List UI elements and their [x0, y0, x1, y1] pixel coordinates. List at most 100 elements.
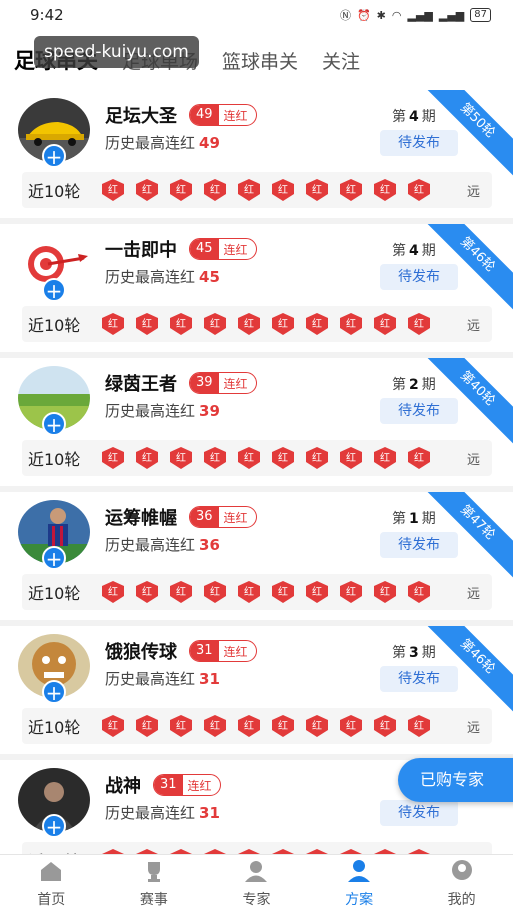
red-result-badge: 红 [134, 178, 160, 202]
follow-plus-icon[interactable]: + [42, 412, 66, 436]
period-info: 第4期 [392, 106, 436, 126]
result-badges: 红红红红红红红红红红 [100, 446, 432, 470]
status-icons: Ⓝ ⏰ ✱ ◠ ▂▄▆ ▂▄▆ 87 [340, 7, 491, 23]
badge-text: 红 [414, 721, 424, 732]
recent-results: 近10轮 红 红 红 红 红 红 红 红 红 红 远 [22, 708, 492, 744]
recent-results: 近10轮 红 红 红 红 红 红 红 红 红 红 远 [22, 440, 492, 476]
more-link[interactable]: 远 [467, 583, 480, 602]
period-suffix: 期 [421, 511, 436, 527]
streak-badge: 36 连红 [189, 506, 257, 528]
history-label: 历史最高连红 [105, 268, 196, 286]
pending-status[interactable]: 待发布 [380, 398, 458, 424]
badge-text: 红 [312, 587, 322, 598]
result-badges: 红红红红红红红红红红 [100, 312, 432, 336]
more-link[interactable]: 远 [467, 449, 480, 468]
expert-card[interactable]: + 饿狼传球 31 连红 历史最高连红 31 第3期 待发布 第46轮 近10轮 … [0, 626, 513, 754]
badge-text: 红 [278, 721, 288, 732]
badge-text: 红 [380, 587, 390, 598]
red-result-badge: 红 [338, 446, 364, 470]
red-result-badge: 红 [168, 312, 194, 336]
expert-card[interactable]: + 一击即中 45 连红 历史最高连红 45 第4期 待发布 第46轮 近10轮 … [0, 224, 513, 352]
streak-label: 连红 [223, 242, 248, 257]
streak-count: 45 [190, 239, 219, 259]
red-result-badge: 红 [304, 580, 330, 604]
period-prefix: 第 [392, 511, 406, 527]
pending-status[interactable]: 待发布 [380, 532, 458, 558]
follow-plus-icon[interactable]: + [42, 546, 66, 570]
tab-basketball-parlay[interactable]: 篮球串关 [222, 47, 298, 74]
badge-text: 红 [244, 319, 254, 330]
period-suffix: 期 [421, 243, 436, 259]
badge-text: 红 [108, 319, 118, 330]
badge-text: 红 [346, 453, 356, 464]
badge-text: 红 [278, 587, 288, 598]
red-result-badge: 红 [304, 178, 330, 202]
pending-status[interactable]: 待发布 [380, 666, 458, 692]
purchased-experts-button[interactable]: 已购专家 [398, 758, 513, 802]
period-number: 1 [409, 511, 419, 527]
badge-text: 红 [244, 185, 254, 196]
history-best: 历史最高连红 49 [105, 132, 220, 153]
badge-text: 红 [142, 453, 152, 464]
badge-text: 红 [414, 185, 424, 196]
badge-text: 红 [414, 319, 424, 330]
red-result-badge: 红 [134, 714, 160, 738]
nav-item-expert[interactable]: 专家 [205, 855, 308, 912]
nav-item-profile[interactable]: 我的 [410, 855, 513, 912]
streak-label: 连红 [223, 644, 248, 659]
streak-count: 31 [154, 775, 183, 795]
result-badges: 红红红红红红红红红红 [100, 178, 432, 202]
period-number: 4 [409, 109, 419, 125]
red-result-badge: 红 [372, 580, 398, 604]
pending-status[interactable]: 待发布 [380, 264, 458, 290]
home-icon [37, 859, 65, 887]
expert-card[interactable]: + 足坛大圣 49 连红 历史最高连红 49 第4期 待发布 第50轮 近10轮 … [0, 90, 513, 218]
badge-text: 红 [380, 185, 390, 196]
more-link[interactable]: 远 [467, 181, 480, 200]
history-label: 历史最高连红 [105, 670, 196, 688]
red-result-badge: 红 [406, 714, 432, 738]
badge-text: 红 [312, 319, 322, 330]
history-best: 历史最高连红 31 [105, 668, 220, 689]
history-value: 39 [199, 402, 220, 420]
nav-item-trophy[interactable]: 赛事 [103, 855, 206, 912]
expert-card[interactable]: + 绿茵王者 39 连红 历史最高连红 39 第2期 待发布 第40轮 近10轮 … [0, 358, 513, 486]
red-result-badge: 红 [270, 446, 296, 470]
history-value: 31 [199, 670, 220, 688]
red-result-badge: 红 [168, 446, 194, 470]
period-prefix: 第 [392, 109, 406, 125]
result-badges: 红红红红红红红红红红 [100, 580, 432, 604]
red-result-badge: 红 [372, 178, 398, 202]
expert-icon [242, 859, 270, 887]
red-result-badge: 红 [338, 312, 364, 336]
badge-text: 红 [312, 453, 322, 464]
period-number: 3 [409, 645, 419, 661]
badge-text: 红 [346, 587, 356, 598]
nav-item-plan[interactable]: 方案 [308, 855, 411, 912]
follow-plus-icon[interactable]: + [42, 814, 66, 838]
red-result-badge: 红 [338, 178, 364, 202]
follow-plus-icon[interactable]: + [42, 680, 66, 704]
badge-text: 红 [380, 319, 390, 330]
expert-list: + 足坛大圣 49 连红 历史最高连红 49 第4期 待发布 第50轮 近10轮 … [0, 90, 513, 854]
more-link[interactable]: 远 [467, 315, 480, 334]
red-result-badge: 红 [406, 580, 432, 604]
tab-follow[interactable]: 关注 [322, 47, 360, 74]
expert-name: 战神 [105, 776, 141, 797]
expert-card[interactable]: + 运筹帷幄 36 连红 历史最高连红 36 第1期 待发布 第47轮 近10轮 … [0, 492, 513, 620]
pending-status[interactable]: 待发布 [380, 800, 458, 826]
result-badges: 红红红红红红红红红红 [100, 714, 432, 738]
badge-text: 红 [210, 319, 220, 330]
red-result-badge: 红 [134, 446, 160, 470]
red-result-badge: 红 [168, 178, 194, 202]
nav-item-home[interactable]: 首页 [0, 855, 103, 912]
streak-label: 连红 [223, 108, 248, 123]
more-link[interactable]: 远 [467, 717, 480, 736]
streak-badge: 31 连红 [189, 640, 257, 662]
history-label: 历史最高连红 [105, 536, 196, 554]
pending-status[interactable]: 待发布 [380, 130, 458, 156]
follow-plus-icon[interactable]: + [42, 278, 66, 302]
follow-plus-icon[interactable]: + [42, 144, 66, 168]
streak-count: 36 [190, 507, 219, 527]
red-result-badge: 红 [100, 178, 126, 202]
